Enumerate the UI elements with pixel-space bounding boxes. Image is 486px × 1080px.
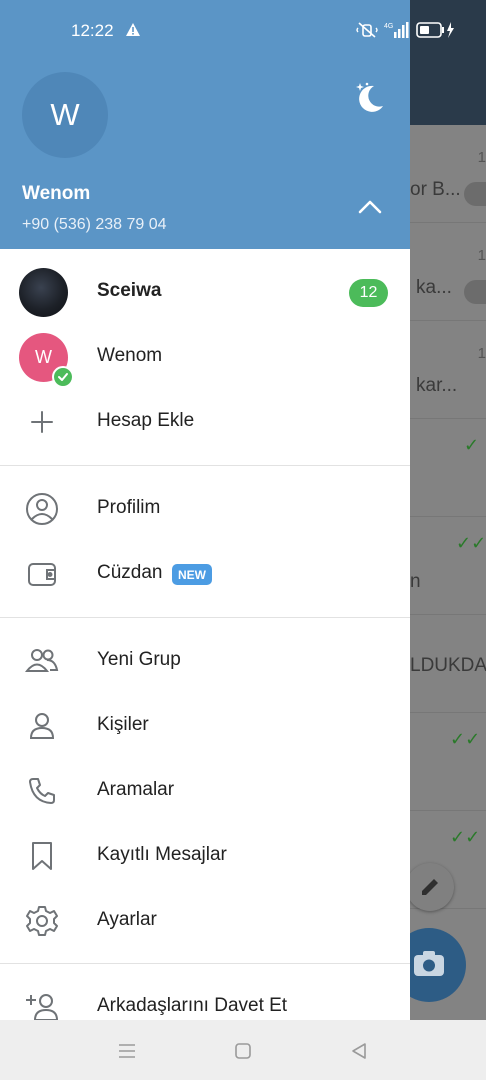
menu-item-label: Kayıtlı Mesajlar xyxy=(97,844,227,865)
menu-item-invite-friends[interactable]: Arkadaşlarını Davet Et xyxy=(0,975,410,1020)
chat-row[interactable]: ✓✓ xyxy=(410,713,486,811)
chat-preview: or B... xyxy=(410,179,461,200)
svg-text:4G: 4G xyxy=(384,23,393,30)
new-badge: NEW xyxy=(172,564,212,585)
battery-icon xyxy=(416,22,454,38)
status-time: 12:22 xyxy=(71,21,114,40)
warning-icon xyxy=(126,23,140,36)
menu-item-contacts[interactable]: Kişiler xyxy=(0,694,410,759)
account-label: Sceiwa xyxy=(97,280,162,301)
settings-icon xyxy=(24,903,60,939)
menu-item-label: Cüzdan xyxy=(97,562,163,583)
active-account-check-icon xyxy=(52,366,74,388)
home-square-icon xyxy=(235,1043,251,1059)
read-check-icon: ✓✓ xyxy=(456,533,486,553)
home-nav-button[interactable] xyxy=(232,1040,254,1062)
system-navigation-bar xyxy=(0,1020,486,1080)
chat-row[interactable]: 1 ka... xyxy=(410,223,486,321)
contact-icon xyxy=(24,708,60,744)
unread-pill xyxy=(464,280,486,304)
account-label: Wenom xyxy=(97,345,163,366)
invite-user-icon xyxy=(24,989,60,1020)
back-nav-button[interactable] xyxy=(348,1040,370,1062)
unread-pill xyxy=(464,182,486,206)
chat-preview: ka... xyxy=(416,277,452,298)
avatar[interactable]: W xyxy=(22,72,108,158)
add-account-label: Hesap Ekle xyxy=(97,410,195,431)
chat-row[interactable]: 1 or B... xyxy=(410,125,486,223)
chat-preview: kar... xyxy=(416,375,458,396)
back-triangle-icon xyxy=(352,1043,366,1059)
chevron-up-icon[interactable] xyxy=(356,196,384,218)
account-item-sceiwa[interactable]: Sceiwa 12 xyxy=(0,260,410,325)
menu-item-calls[interactable]: Aramalar xyxy=(0,759,410,824)
read-check-icon: ✓✓ xyxy=(450,729,481,749)
unread-count-badge: 12 xyxy=(349,279,388,307)
status-icons: 4G xyxy=(356,21,456,39)
pencil-icon xyxy=(422,879,438,895)
menu-item-label: Arkadaşlarını Davet Et xyxy=(97,995,288,1016)
menu-nav-button[interactable] xyxy=(116,1040,138,1062)
chat-time: 1 xyxy=(477,247,486,264)
menu-item-label: Ayarlar xyxy=(97,909,157,930)
menu-item-settings[interactable]: Ayarlar xyxy=(0,889,410,954)
add-account-button[interactable]: Hesap Ekle xyxy=(0,390,410,455)
divider xyxy=(0,963,410,964)
profile-icon xyxy=(24,491,60,527)
mute-icon xyxy=(356,22,378,38)
menu-item-saved-messages[interactable]: Kayıtlı Mesajlar xyxy=(0,824,410,889)
chat-preview: n xyxy=(410,571,421,592)
compose-button[interactable] xyxy=(406,863,454,911)
avatar-initial: W xyxy=(35,347,52,367)
phone-icon xyxy=(24,773,60,809)
account-name: Wenom xyxy=(22,183,91,204)
status-bar: 12:22 4G xyxy=(0,0,486,60)
menu-item-new-group[interactable]: Yeni Grup xyxy=(0,629,410,694)
navigation-drawer: W Wenom +90 (536) 238 79 04 Sceiwa 12 W … xyxy=(0,0,410,1020)
chat-time: 1 xyxy=(477,149,486,166)
chat-preview: LDUKDA xyxy=(410,655,486,676)
bookmark-icon xyxy=(24,838,60,874)
wallet-icon xyxy=(24,556,60,592)
chat-row[interactable]: LDUKDA xyxy=(410,615,486,713)
menu-item-label: Kişiler xyxy=(97,714,149,735)
charging-icon xyxy=(447,22,454,38)
chat-row[interactable]: 1 kar... xyxy=(410,321,486,419)
signal-icon: 4G xyxy=(384,22,409,38)
account-item-wenom[interactable]: W Wenom xyxy=(0,325,410,390)
chat-time: 1 xyxy=(477,345,486,362)
plus-icon xyxy=(24,404,60,440)
hamburger-icon xyxy=(119,1044,135,1058)
read-check-icon: ✓ xyxy=(464,435,480,455)
menu-item-profile[interactable]: Profilim xyxy=(0,477,410,542)
night-mode-moon-icon[interactable] xyxy=(350,80,390,114)
divider xyxy=(0,465,410,466)
account-phone: +90 (536) 238 79 04 xyxy=(22,216,167,233)
avatar xyxy=(19,268,68,317)
menu-item-label: Profilim xyxy=(97,497,161,518)
divider xyxy=(0,617,410,618)
read-check-icon: ✓✓ xyxy=(450,827,481,847)
chat-row[interactable]: ✓ xyxy=(410,419,486,517)
menu-item-wallet[interactable]: Cüzdan NEW xyxy=(0,542,410,607)
avatar-initial: W xyxy=(50,97,80,132)
chat-row[interactable]: ✓✓ n xyxy=(410,517,486,615)
menu-item-label: Aramalar xyxy=(97,779,175,800)
menu-item-label: Yeni Grup xyxy=(97,649,181,670)
group-icon xyxy=(24,643,60,679)
